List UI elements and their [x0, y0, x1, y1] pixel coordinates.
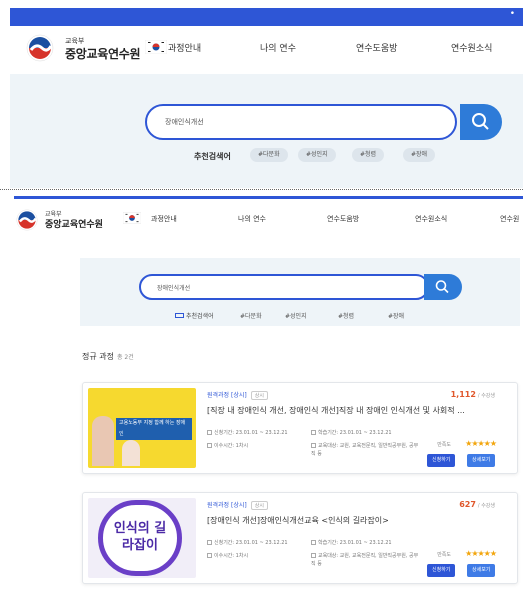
course-card[interactable]: 고용노동부 지정 함께 하는 장애인 원격과정 [상시] 상시 [직장 내 장애인…	[82, 382, 518, 474]
course-thumbnail[interactable]: 고용노동부 지정 함께 하는 장애인	[88, 388, 196, 468]
star-rating: ★★★★★	[465, 549, 497, 558]
ministry-logo-icon[interactable]	[26, 34, 54, 62]
course-study-period: 학습기간: 23.01.01 ~ 23.12.21	[311, 539, 392, 546]
course-target: 교육대상: 교원, 교육전문직, 일반직공무원, 공무직 등	[311, 553, 419, 567]
apply-button[interactable]: 신청하기	[427, 564, 456, 577]
nav-my-training[interactable]: 나의 연수	[238, 214, 266, 224]
search-input[interactable]: 장애인식개선	[145, 104, 457, 140]
detail-button[interactable]: 상세보기	[467, 454, 496, 467]
nav-help[interactable]: 연수도움방	[356, 41, 397, 54]
course-type-tag: 원격과정 [상시] 상시	[207, 500, 268, 510]
checkbox-icon	[311, 430, 316, 435]
nav-news[interactable]: 연수원소식	[415, 214, 447, 224]
recommend-chip[interactable]: #청렴	[352, 148, 385, 162]
detail-button[interactable]: 상세보기	[467, 564, 496, 577]
course-credit: 이수시간: 1차시	[207, 552, 248, 559]
checkbox-icon	[207, 540, 212, 545]
search-icon	[472, 113, 489, 130]
search-input[interactable]: 장애인식개선	[139, 274, 429, 300]
logo-institute-name[interactable]: 중앙교육연수원	[65, 45, 140, 62]
ministry-logo-icon[interactable]	[16, 209, 38, 231]
enrollment-count: 1,112/ 수강생	[450, 390, 495, 399]
course-status-badge: 상시	[250, 391, 268, 400]
recommend-chip[interactable]: #성인지	[298, 148, 336, 162]
rating-label: 만족도	[437, 442, 451, 448]
course-status-badge: 상시	[250, 501, 268, 510]
search-icon	[435, 280, 449, 294]
korean-flag-icon	[145, 40, 167, 54]
course-credit: 이수시간: 1차시	[207, 442, 248, 449]
search-input-value: 장애인식개선	[157, 285, 191, 292]
logo-institute-name[interactable]: 중앙교육연수원	[45, 217, 103, 230]
course-thumbnail[interactable]: 인식의 길라잡이	[88, 498, 196, 578]
section-title: 정규 과정 총 2건	[82, 352, 134, 361]
section-count: 총 2건	[116, 354, 134, 361]
course-study-period: 학습기간: 23.01.01 ~ 23.12.21	[311, 429, 392, 436]
korean-flag-icon	[123, 212, 141, 224]
search-button[interactable]	[424, 274, 462, 300]
screenshot-bottom-panel: 교육부 중앙교육연수원 과정안내 나의 연수 연수도움방 연수원소식 연수원 장…	[0, 192, 523, 601]
nav-my-training[interactable]: 나의 연수	[260, 41, 296, 54]
recommend-chip[interactable]: #장애	[388, 311, 404, 320]
nav-course-guide[interactable]: 과정안내	[168, 41, 201, 54]
recommend-chip[interactable]: #성인지	[285, 311, 307, 320]
screenshot-top-panel: • 교육부 중앙교육연수원 과정안내 나의 연수 연수도움방 연수원소식 장애인…	[0, 0, 523, 188]
top-utility-bar: •	[10, 8, 523, 26]
nav-course-guide[interactable]: 과정안내	[151, 214, 177, 224]
thumbnail-person	[92, 416, 114, 466]
apply-button[interactable]: 신청하기	[427, 454, 456, 467]
recommend-label: 추천검색어	[175, 311, 214, 320]
keyboard-icon	[175, 313, 184, 318]
checkbox-icon	[207, 553, 212, 558]
checkbox-icon	[207, 430, 212, 435]
enrollment-count: 627/ 수강생	[459, 500, 495, 509]
star-rating: ★★★★★	[465, 439, 497, 448]
course-title[interactable]: [직장 내 장애인식 개선, 장애인식 개선]직장 내 장애인 인식개선 및 사…	[207, 405, 492, 416]
recommend-chip[interactable]: #장애	[403, 148, 436, 162]
course-apply-period: 신청기간: 23.01.01 ~ 23.12.21	[207, 539, 288, 546]
panel-divider	[0, 189, 523, 190]
thumbnail-person	[122, 440, 140, 466]
course-type-tag: 원격과정 [상시] 상시	[207, 390, 268, 400]
recommend-label: 추천검색어	[194, 152, 231, 161]
thumbnail-title: 인식의 길라잡이	[113, 521, 167, 553]
nav-help[interactable]: 연수도움방	[327, 214, 359, 224]
checkbox-icon	[311, 540, 316, 545]
more-icon[interactable]: •	[510, 9, 515, 19]
site-header: 교육부 중앙교육연수원 과정안내 나의 연수 연수도움방 연수원소식	[10, 26, 523, 74]
checkbox-icon	[311, 443, 316, 448]
rating-label: 만족도	[437, 552, 451, 558]
recommend-chip[interactable]: #다문화	[240, 311, 262, 320]
course-title[interactable]: [장애인식 개선]장애인식개선교육 <인식의 길라잡이>	[207, 515, 492, 526]
course-target: 교육대상: 교원, 교육전문직, 일반직공무원, 공무직 등	[311, 443, 419, 457]
recommend-chip[interactable]: #다문화	[250, 148, 288, 162]
nav-news[interactable]: 연수원소식	[451, 41, 492, 54]
course-apply-period: 신청기간: 23.01.01 ~ 23.12.21	[207, 429, 288, 436]
thumbnail-banner: 고용노동부 지정 함께 하는 장애인	[116, 418, 192, 440]
checkbox-icon	[207, 443, 212, 448]
nav-institute[interactable]: 연수원	[500, 214, 519, 224]
recommend-chip[interactable]: #청렴	[338, 311, 354, 320]
search-input-value: 장애인식개선	[165, 118, 204, 126]
search-button[interactable]	[460, 104, 502, 140]
course-card[interactable]: 인식의 길라잡이 원격과정 [상시] 상시 [장애인식 개선]장애인식개선교육 <…	[82, 492, 518, 584]
checkbox-icon	[311, 553, 316, 558]
top-accent-line	[14, 196, 523, 199]
